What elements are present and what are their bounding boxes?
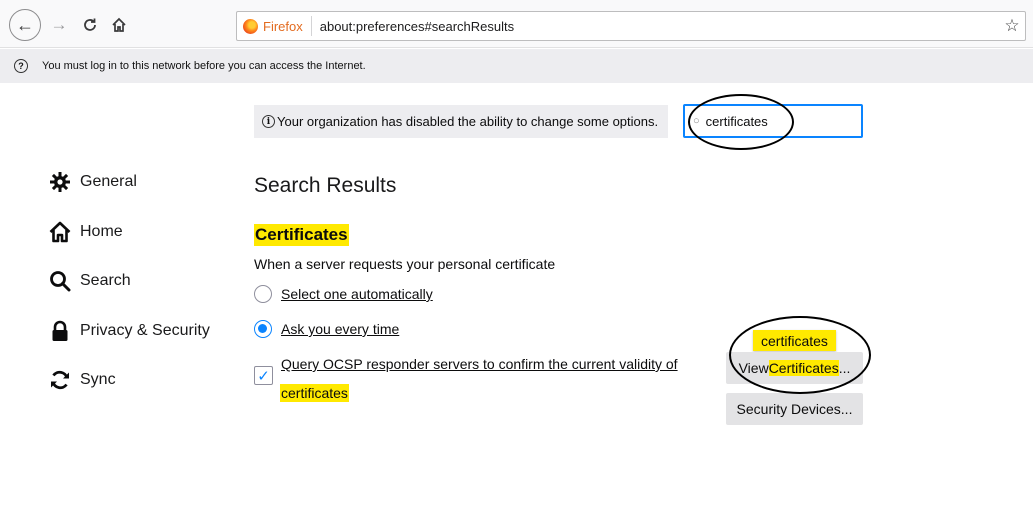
category-label: Home <box>80 223 123 240</box>
policy-notice-text: Your organization has disabled the abili… <box>277 114 659 129</box>
url-bar[interactable]: Firefox about:preferences#searchResults … <box>236 11 1026 41</box>
checkmark-icon: ✓ <box>257 367 270 385</box>
button-label-suffix: ... <box>838 360 851 376</box>
reload-icon <box>84 18 96 31</box>
category-home[interactable]: Home <box>48 220 123 244</box>
category-search[interactable]: Search <box>48 269 131 293</box>
back-button[interactable]: ← <box>9 9 41 41</box>
question-icon: ? <box>14 59 28 73</box>
category-sync[interactable]: Sync <box>48 368 116 392</box>
captive-portal-notification: ? You must log in to this network before… <box>0 49 1033 83</box>
category-label: Search <box>80 272 131 289</box>
category-privacy[interactable]: Privacy & Security <box>48 319 210 343</box>
button-label-highlight: Certificates <box>768 360 839 376</box>
search-highlight-tooltip: certificates <box>753 330 836 351</box>
gear-icon <box>48 170 72 194</box>
search-icon <box>48 269 72 293</box>
search-field[interactable]: ○ <box>683 104 863 138</box>
home-icon <box>112 17 126 32</box>
lock-icon <box>48 319 72 343</box>
arrow-left-icon: ← <box>16 14 34 35</box>
category-label: General <box>80 173 137 190</box>
home-button[interactable] <box>104 10 134 40</box>
home-icon <box>48 220 72 244</box>
star-icon[interactable]: ☆ <box>999 16 1025 36</box>
view-certificates-button[interactable]: View Certificates... <box>726 352 863 384</box>
category-label: Privacy & Security <box>80 322 210 339</box>
radio-button[interactable] <box>254 320 272 338</box>
navigation-toolbar: ← → Firefox about:preferences#searchResu… <box>0 0 1033 48</box>
radio-button[interactable] <box>254 285 272 303</box>
firefox-logo-icon <box>243 18 258 34</box>
reload-button[interactable] <box>75 10 105 40</box>
url-text[interactable]: about:preferences#searchResults <box>312 19 999 34</box>
identity-box[interactable]: Firefox <box>237 16 312 36</box>
forward-button[interactable]: → <box>44 10 74 40</box>
sync-icon <box>48 368 72 392</box>
category-label: Sync <box>80 371 116 388</box>
ocsp-label: Query OCSP responder servers to confirm … <box>281 356 678 372</box>
section-description: When a server requests your personal cer… <box>254 256 556 272</box>
policy-notice: i Your organization has disabled the abi… <box>254 105 668 138</box>
radio-ask-every-time[interactable]: Ask you every time <box>254 320 399 338</box>
identity-label: Firefox <box>263 18 303 34</box>
notification-text: You must log in to this network before y… <box>42 60 366 72</box>
search-input[interactable] <box>705 113 826 129</box>
arrow-right-icon: → <box>50 15 68 34</box>
search-icon: ○ <box>693 115 700 127</box>
ocsp-label-highlight: certificates <box>280 384 349 402</box>
ocsp-checkbox[interactable]: ✓ <box>254 366 273 385</box>
section-title: Certificates <box>254 224 349 246</box>
security-devices-button[interactable]: Security Devices... <box>726 393 863 425</box>
radio-label: Select one automatically <box>281 286 433 302</box>
radio-label: Ask you every time <box>281 321 400 337</box>
radio-select-automatically[interactable]: Select one automatically <box>254 285 433 303</box>
button-label-prefix: View <box>738 360 769 376</box>
page-title: Search Results <box>254 174 397 197</box>
category-general[interactable]: General <box>48 170 137 194</box>
info-icon: i <box>262 115 275 128</box>
